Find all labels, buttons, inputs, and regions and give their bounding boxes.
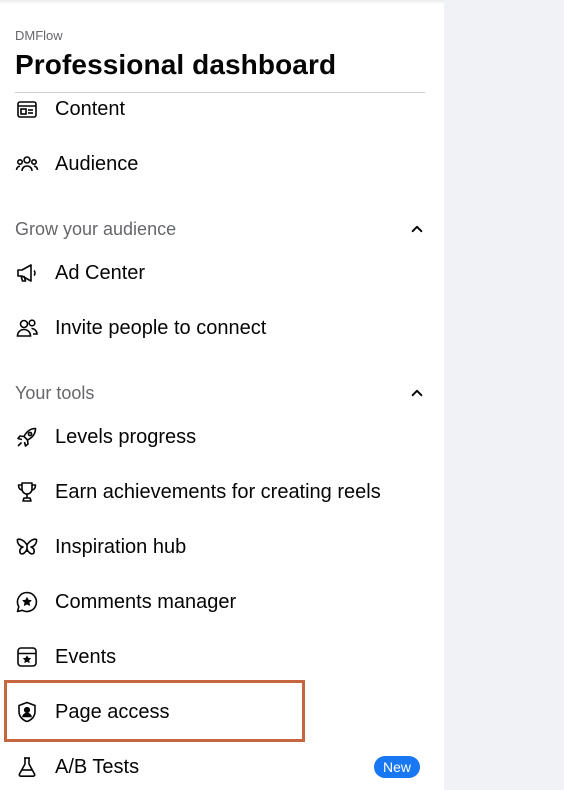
section-header-grow-audience[interactable]: Grow your audience <box>15 214 425 244</box>
menu-item-label: Page access <box>55 701 170 723</box>
calendar-star-icon <box>14 644 40 670</box>
menu-item-audience[interactable]: Audience <box>0 144 440 184</box>
menu-item-invite-people[interactable]: Invite people to connect <box>0 308 440 348</box>
top-shadow <box>0 0 444 4</box>
menu-item-ad-center[interactable]: Ad Center <box>0 253 440 293</box>
menu-item-label: Inspiration hub <box>55 536 187 558</box>
menu-item-earn-achievements[interactable]: Earn achievements for creating reels <box>0 472 440 512</box>
header: DMFlow Professional dashboard <box>15 28 425 82</box>
shield-user-icon <box>14 699 40 725</box>
menu-item-content[interactable]: Content <box>0 89 440 129</box>
menu-item-page-access[interactable]: Page access <box>0 692 440 732</box>
menu-item-label: Earn achievements for creating reels <box>55 481 381 503</box>
rocket-icon <box>14 424 40 450</box>
flask-icon <box>14 754 40 780</box>
section-title: Your tools <box>15 382 95 403</box>
menu-item-ab-tests[interactable]: A/B Tests New <box>0 747 440 787</box>
audience-icon <box>14 151 40 177</box>
menu-item-label: Events <box>55 646 117 668</box>
menu-item-label: Comments manager <box>55 591 237 613</box>
app-name: DMFlow <box>15 28 63 43</box>
menu-item-comments-manager[interactable]: Comments manager <box>0 582 440 622</box>
section-title: Grow your audience <box>15 218 177 239</box>
megaphone-icon <box>14 260 40 286</box>
menu-item-events[interactable]: Events <box>0 637 440 677</box>
people-icon <box>14 315 40 341</box>
menu-item-label: Ad Center <box>55 262 146 284</box>
menu-item-label: Invite people to connect <box>55 317 267 339</box>
menu-item-label: Content <box>55 98 126 120</box>
butterfly-icon <box>14 534 40 560</box>
new-badge: New <box>373 756 420 778</box>
sidebar: DMFlow Professional dashboard Content Au… <box>0 0 444 790</box>
comment-star-icon <box>14 589 40 615</box>
chevron-up-icon <box>409 385 425 401</box>
main-content-area <box>444 0 566 790</box>
trophy-icon <box>14 479 40 505</box>
section-header-your-tools[interactable]: Your tools <box>15 378 425 408</box>
menu-item-label: Audience <box>55 153 139 175</box>
chevron-up-icon <box>409 221 425 237</box>
page-title: Professional dashboard <box>15 49 337 80</box>
menu-item-label: Levels progress <box>55 426 197 448</box>
content-icon <box>14 96 40 122</box>
menu-item-label: A/B Tests <box>55 756 140 778</box>
menu-item-levels-progress[interactable]: Levels progress <box>0 417 440 457</box>
menu-item-inspiration-hub[interactable]: Inspiration hub <box>0 527 440 567</box>
